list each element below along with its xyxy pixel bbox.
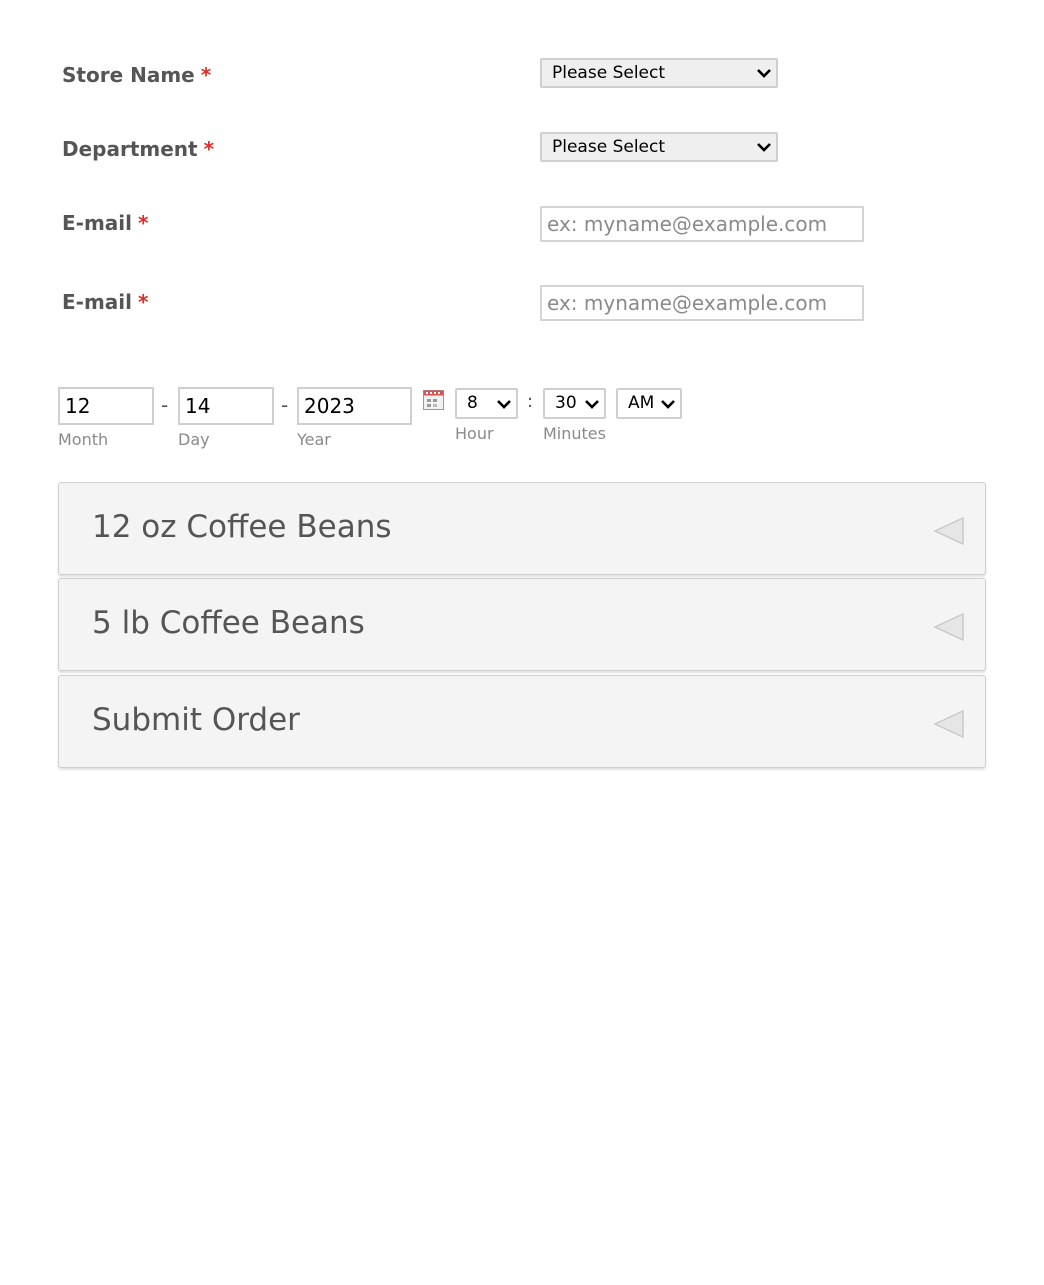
date-separator: - — [281, 393, 289, 417]
collapse-arrow-icon — [933, 709, 964, 739]
section-title: 12 oz Coffee Beans — [92, 509, 392, 545]
month-sublabel: Month — [58, 430, 109, 449]
chevron-down-icon — [661, 400, 675, 409]
calendar-icon[interactable] — [423, 389, 444, 410]
ampm-value: AM — [628, 393, 655, 413]
date-separator: - — [161, 393, 169, 417]
year-input[interactable]: 2023 — [297, 387, 412, 425]
section-title: Submit Order — [92, 702, 300, 738]
month-input[interactable]: 12 — [58, 387, 154, 425]
month-value: 12 — [65, 394, 91, 418]
chevron-down-icon — [585, 400, 599, 409]
minutes-select[interactable]: 30 — [543, 388, 606, 419]
store-name-select-value: Please Select — [552, 63, 666, 83]
ampm-select[interactable]: AM — [616, 388, 682, 419]
section-submit-order[interactable]: Submit Order — [58, 675, 986, 768]
email-confirm-label: E-mail * — [62, 290, 148, 314]
department-label: Department * — [62, 137, 214, 161]
store-name-label: Store Name * — [62, 63, 211, 87]
email-label-text: E-mail — [62, 211, 133, 235]
email-label: E-mail * — [62, 211, 148, 235]
department-select-value: Please Select — [552, 137, 666, 157]
store-name-select[interactable]: Please Select — [540, 58, 778, 88]
day-sublabel: Day — [178, 430, 210, 449]
department-select[interactable]: Please Select — [540, 132, 778, 162]
day-input[interactable]: 14 — [178, 387, 274, 425]
hour-sublabel: Hour — [455, 424, 494, 443]
required-mark: * — [200, 63, 212, 87]
minutes-sublabel: Minutes — [543, 424, 606, 443]
time-separator: : — [527, 391, 534, 412]
hour-select[interactable]: 8 — [455, 388, 518, 419]
required-mark: * — [138, 211, 149, 235]
store-name-label-text: Store Name — [62, 63, 195, 87]
minutes-value: 30 — [555, 393, 577, 413]
day-value: 14 — [185, 394, 211, 418]
chevron-down-icon — [757, 143, 771, 152]
year-sublabel: Year — [297, 430, 331, 449]
hour-value: 8 — [467, 393, 478, 413]
collapse-arrow-icon — [933, 612, 964, 642]
section-5lb-coffee-beans[interactable]: 5 lb Coffee Beans — [58, 578, 986, 671]
required-mark: * — [203, 137, 215, 161]
email-field[interactable]: ex: myname@example.com — [540, 206, 864, 242]
section-title: 5 lb Coffee Beans — [92, 605, 365, 641]
department-label-text: Department — [62, 137, 198, 161]
email-confirm-field[interactable]: ex: myname@example.com — [540, 285, 864, 321]
chevron-down-icon — [497, 400, 511, 409]
chevron-down-icon — [757, 69, 771, 78]
section-12oz-coffee-beans[interactable]: 12 oz Coffee Beans — [58, 482, 986, 575]
year-value: 2023 — [304, 394, 355, 418]
email-confirm-label-text: E-mail — [62, 290, 133, 314]
email-field-placeholder: ex: myname@example.com — [547, 212, 828, 236]
email-confirm-field-placeholder: ex: myname@example.com — [547, 291, 828, 315]
collapse-arrow-icon — [933, 516, 964, 546]
required-mark: * — [138, 290, 149, 314]
